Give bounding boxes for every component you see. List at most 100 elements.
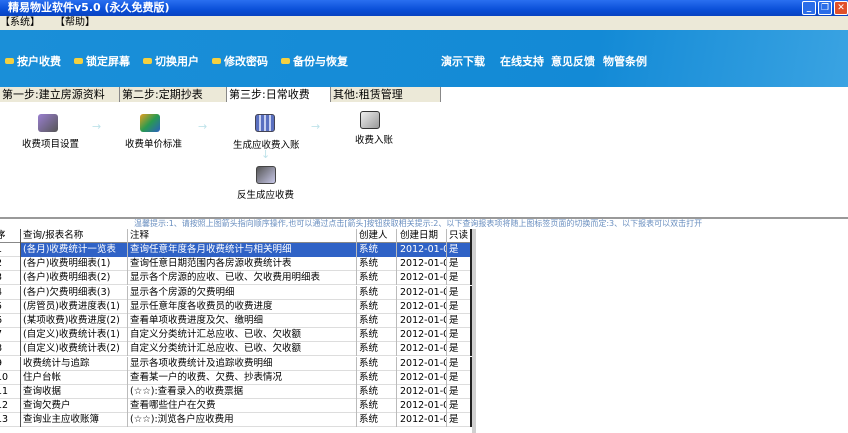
table-row[interactable]: 5(房管员)收费进度表(1)显示任意年度各收费员的收费进度系统2012-01-0… xyxy=(0,299,472,314)
row-note: 查看某一户的收费、欠费、抄表情况 xyxy=(128,370,357,385)
table-row[interactable]: 7(自定义)收费统计表(1)自定义分类统计汇总应收、已收、欠收额系统2012-0… xyxy=(0,328,472,343)
toolbar-change-password[interactable]: 修改密码 xyxy=(212,53,268,69)
row-creator: 系统 xyxy=(357,356,397,371)
row-note: (☆☆):浏览各户应收费用 xyxy=(128,413,357,428)
row-name: 查询业主应收账簿 xyxy=(21,413,128,428)
label: 切换用户 xyxy=(155,55,199,68)
toolbar-charge-by-household[interactable]: 按户收费 xyxy=(5,53,61,69)
link-regulations[interactable]: 物管条例 xyxy=(603,53,647,69)
header-readonly[interactable]: 只读 xyxy=(447,229,472,243)
toolbar-banner: 按户收费 锁定屏幕 切换用户 修改密码 备份与恢复 演示下载 在线支持 意见反馈… xyxy=(0,30,848,87)
report-table[interactable]: 序 查询/报表名称 注释 创建人 创建日期 只读 1(各月)收费统计一览表查询任… xyxy=(0,229,476,433)
row-readonly: 是 xyxy=(447,299,472,314)
row-date: 2012-01-01 xyxy=(397,271,447,286)
row-name: 住户台帐 xyxy=(21,370,128,385)
row-creator: 系统 xyxy=(357,370,397,385)
row-note: 显示各个房源的应收、已收、欠收费用明细表 xyxy=(128,271,357,286)
header-note[interactable]: 注释 xyxy=(128,229,357,243)
row-name: (各户)欠费明细表(3) xyxy=(21,285,128,300)
row-name: (某项收费)收费进度(2) xyxy=(21,314,128,328)
menu-bar: 【系统】 【帮助】 xyxy=(0,16,848,30)
toolbar-backup-restore[interactable]: 备份与恢复 xyxy=(281,53,348,69)
row-date: 2012-01-01 xyxy=(397,257,447,272)
table-row[interactable]: 2(各户)收费明细表(1)查询任意日期范围内各房源收费统计表系统2012-01-… xyxy=(0,257,472,272)
menu-help[interactable]: 【帮助】 xyxy=(55,16,95,30)
toolbar-lock-screen[interactable]: 锁定屏幕 xyxy=(74,53,130,69)
row-index: 1 xyxy=(0,243,21,257)
table-row[interactable]: 3(各户)收费明细表(2)显示各个房源的应收、已收、欠收费用明细表系统2012-… xyxy=(0,271,472,286)
row-date: 2012-01-01 xyxy=(397,299,447,314)
table-row[interactable]: 1(各月)收费统计一览表查询任意年度各月收费统计与相关明细系统2012-01-0… xyxy=(0,243,472,257)
row-index: 7 xyxy=(0,328,21,343)
row-index: 12 xyxy=(0,399,21,414)
settings-icon[interactable] xyxy=(38,114,58,132)
row-creator: 系统 xyxy=(357,385,397,399)
row-name: (自定义)收费统计表(1) xyxy=(21,328,128,343)
arrow-icon: → xyxy=(92,120,102,133)
price-icon[interactable] xyxy=(140,114,160,132)
flow-item-price-standard[interactable]: 收费单价标准 xyxy=(125,136,182,150)
menu-system[interactable]: 【系统】 xyxy=(0,16,40,30)
header-index[interactable]: 序 xyxy=(0,229,21,243)
row-index: 6 xyxy=(0,314,21,328)
row-note: 查看哪些住户在欠费 xyxy=(128,399,357,414)
flow-item-reverse-generate[interactable]: 反生成应收费 xyxy=(237,187,294,201)
tab-step2[interactable]: 第二步:定期抄表 xyxy=(120,87,227,102)
link-demo-download[interactable]: 演示下载 xyxy=(441,53,485,69)
flow-item-charge-entry[interactable]: 收费入账 xyxy=(355,132,393,146)
table-row[interactable]: 12查询欠费户查看哪些住户在欠费系统2012-01-01是 xyxy=(0,399,472,414)
row-note: 查询任意年度各月收费统计与相关明细 xyxy=(128,243,357,257)
row-readonly: 是 xyxy=(447,413,472,428)
tab-other[interactable]: 其他:租赁管理 xyxy=(331,87,441,102)
row-index: 13 xyxy=(0,413,21,428)
table-row[interactable]: 13查询业主应收账簿(☆☆):浏览各户应收费用系统2012-01-01是 xyxy=(0,413,472,428)
arrow-icon: → xyxy=(311,120,321,133)
link-feedback[interactable]: 意见反馈 xyxy=(551,53,595,69)
link-online-support[interactable]: 在线支持 xyxy=(500,53,544,69)
table-row[interactable]: 8(自定义)收费统计表(2)自定义分类统计汇总应收、已收、欠收额系统2012-0… xyxy=(0,342,472,357)
table-icon[interactable] xyxy=(255,114,275,132)
row-creator: 系统 xyxy=(357,342,397,357)
row-name: (房管员)收费进度表(1) xyxy=(21,299,128,314)
row-readonly: 是 xyxy=(447,328,472,343)
label: 修改密码 xyxy=(224,55,268,68)
row-readonly: 是 xyxy=(447,285,472,300)
ledger-icon[interactable] xyxy=(360,111,380,129)
row-name: (自定义)收费统计表(2) xyxy=(21,342,128,357)
table-row[interactable]: 11查询收据(☆☆):查看录入的收费票据系统2012-01-01是 xyxy=(0,385,472,399)
table-row[interactable]: 10住户台帐查看某一户的收费、欠费、抄表情况系统2012-01-01是 xyxy=(0,370,472,385)
row-note: 显示各个房源的欠费明细 xyxy=(128,285,357,300)
row-date: 2012-01-01 xyxy=(397,328,447,343)
header-date[interactable]: 创建日期 xyxy=(397,229,447,243)
header-creator[interactable]: 创建人 xyxy=(357,229,397,243)
flow-item-settings[interactable]: 收费项目设置 xyxy=(22,136,79,150)
row-name: (各月)收费统计一览表 xyxy=(21,243,128,257)
step-tabs: 第一步:建立房源资料 第二步:定期抄表 第三步:日常收费 其他:租赁管理 xyxy=(0,87,848,102)
table-row[interactable]: 9收费统计与追踪显示各项收费统计及追踪收费明细系统2012-01-01是 xyxy=(0,356,472,371)
tab-step1[interactable]: 第一步:建立房源资料 xyxy=(0,87,120,102)
row-index: 10 xyxy=(0,370,21,385)
row-index: 11 xyxy=(0,385,21,399)
row-date: 2012-01-01 xyxy=(397,399,447,414)
row-name: (各户)收费明细表(1) xyxy=(21,257,128,272)
table-row[interactable]: 4(各户)欠费明细表(3)显示各个房源的欠费明细系统2012-01-01是 xyxy=(0,285,472,300)
minimize-button[interactable]: _ xyxy=(802,1,816,15)
row-date: 2012-01-01 xyxy=(397,342,447,357)
close-button[interactable]: ✕ xyxy=(834,1,848,15)
row-creator: 系统 xyxy=(357,285,397,300)
row-creator: 系统 xyxy=(357,399,397,414)
row-creator: 系统 xyxy=(357,257,397,272)
tab-step3[interactable]: 第三步:日常收费 xyxy=(227,87,331,102)
row-readonly: 是 xyxy=(447,314,472,328)
arrow-down-icon: ↓ xyxy=(261,148,271,161)
row-index: 5 xyxy=(0,299,21,314)
restore-button[interactable]: ❐ xyxy=(818,1,832,15)
row-readonly: 是 xyxy=(447,399,472,414)
row-readonly: 是 xyxy=(447,370,472,385)
toolbar-switch-user[interactable]: 切换用户 xyxy=(143,53,199,69)
title-bar: 精易物业软件v5.0 (永久免费版) _ ❐ ✕ xyxy=(0,0,848,16)
header-name[interactable]: 查询/报表名称 xyxy=(21,229,128,243)
reverse-icon[interactable] xyxy=(256,166,276,184)
row-creator: 系统 xyxy=(357,271,397,286)
table-row[interactable]: 6(某项收费)收费进度(2)查看单项收费进度及欠、缴明细系统2012-01-01… xyxy=(0,314,472,328)
